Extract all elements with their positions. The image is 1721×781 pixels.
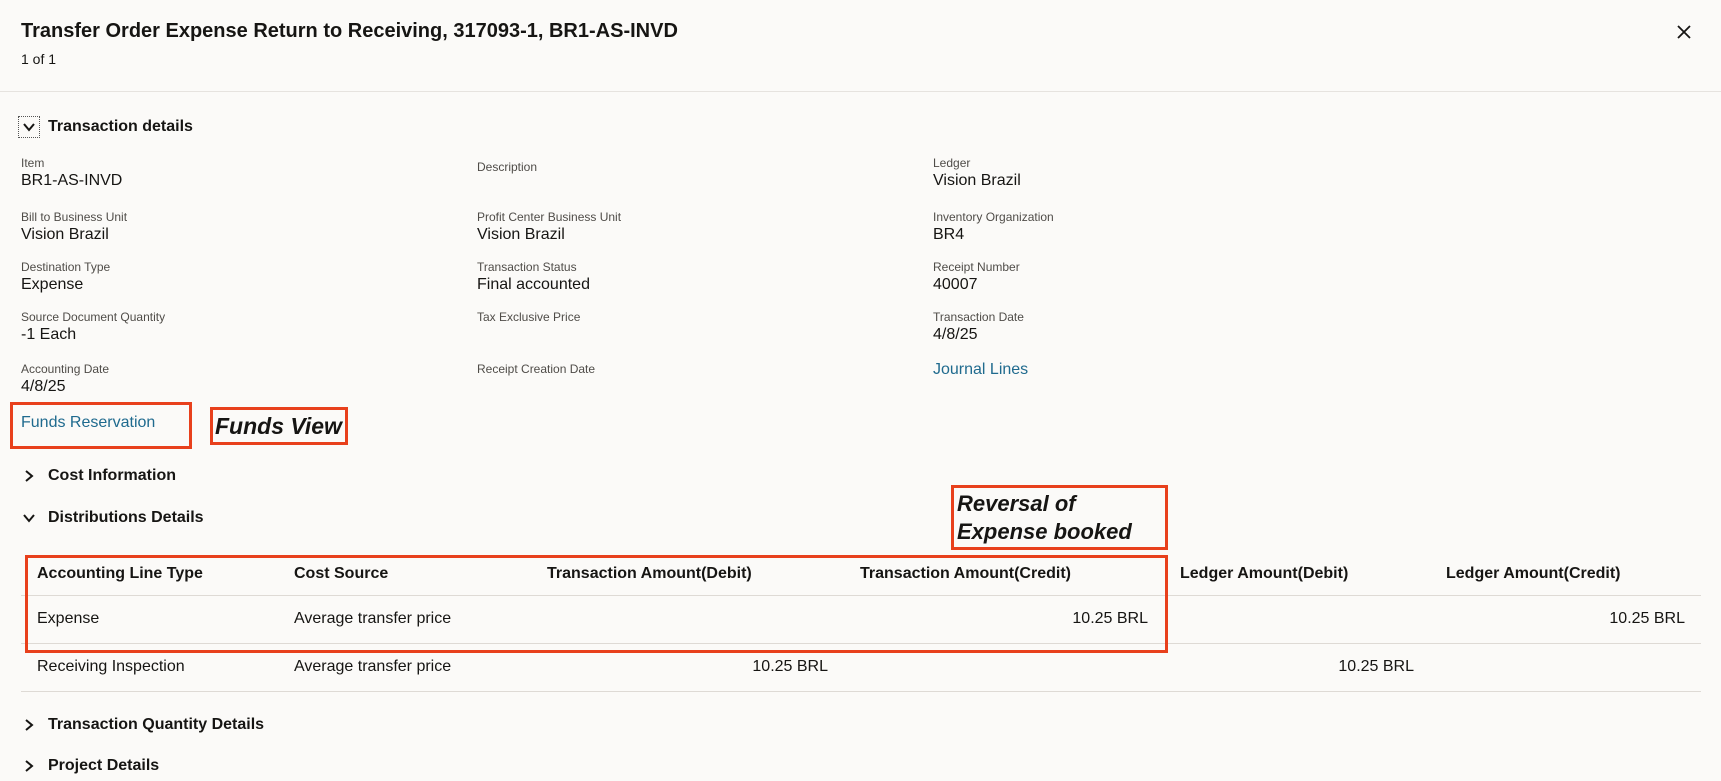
section-transaction-details[interactable]: Transaction details [18, 116, 193, 138]
column-header[interactable]: Cost Source [278, 553, 531, 596]
table-cell: Average transfer price [278, 595, 531, 644]
annotation-reversal-line1: Reversal of [957, 491, 1076, 516]
section-label: Distributions Details [48, 509, 204, 526]
field-label: Bill to Business Unit [21, 210, 128, 224]
journal-lines-link[interactable]: Journal Lines [933, 361, 1028, 379]
section-cost-information[interactable]: Cost Information [18, 465, 176, 487]
field-label: Accounting Date [21, 362, 110, 376]
field-destination-type: Destination Type Expense [21, 260, 110, 295]
field-value: 40007 [933, 276, 978, 293]
page-title: Transfer Order Expense Return to Receivi… [21, 20, 678, 42]
field-ledger: Ledger Vision Brazil [933, 156, 1021, 191]
table-cell: 10.25 BRL [531, 643, 844, 692]
section-project-details[interactable]: Project Details [18, 755, 159, 777]
chevron-down-icon [18, 507, 40, 529]
table-cell [844, 643, 1164, 692]
field-label: Receipt Number [933, 260, 1020, 274]
field-label: Profit Center Business Unit [477, 210, 622, 224]
field-receipt-number: Receipt Number 40007 [933, 260, 1020, 295]
field-label: Item [21, 156, 45, 170]
column-header[interactable]: Ledger Amount(Debit) [1164, 553, 1430, 596]
field-label: Receipt Creation Date [477, 362, 596, 376]
field-label: Tax Exclusive Price [477, 310, 581, 324]
chevron-right-icon [18, 755, 40, 777]
column-header[interactable]: Transaction Amount(Credit) [844, 553, 1164, 596]
field-description: Description [477, 160, 537, 175]
table-cell [531, 595, 844, 644]
field-value: Vision Brazil [477, 226, 565, 243]
field-profit-center-business-unit: Profit Center Business Unit Vision Brazi… [477, 210, 621, 245]
chevron-right-icon [18, 714, 40, 736]
field-transaction-status: Transaction Status Final accounted [477, 260, 590, 295]
field-item: Item BR1-AS-INVD [21, 156, 122, 191]
table-row[interactable]: Expense Average transfer price 10.25 BRL… [21, 595, 1701, 644]
field-bill-to-business-unit: Bill to Business Unit Vision Brazil [21, 210, 127, 245]
chevron-right-icon [18, 465, 40, 487]
field-accounting-date: Accounting Date 4/8/25 [21, 362, 109, 397]
field-value: Final accounted [477, 276, 590, 293]
field-value: -1 Each [21, 326, 77, 343]
table-row[interactable]: Receiving Inspection Average transfer pr… [21, 643, 1701, 692]
field-receipt-creation-date: Receipt Creation Date [477, 362, 595, 377]
field-label: Description [477, 160, 538, 174]
field-label: Transaction Date [933, 310, 1024, 324]
table-header-row: Accounting Line Type Cost Source Transac… [21, 553, 1701, 596]
table-cell: Receiving Inspection [21, 643, 278, 692]
close-button[interactable] [1672, 20, 1696, 44]
section-label: Cost Information [48, 467, 176, 484]
field-tax-exclusive-price: Tax Exclusive Price [477, 310, 580, 325]
column-header[interactable]: Accounting Line Type [21, 553, 278, 596]
field-label: Inventory Organization [933, 210, 1054, 224]
distributions-table: Accounting Line Type Cost Source Transac… [21, 553, 1701, 692]
table-cell: Expense [21, 595, 278, 644]
section-label: Transaction Quantity Details [48, 716, 265, 733]
table-cell: 10.25 BRL [844, 595, 1164, 644]
field-inventory-organization: Inventory Organization BR4 [933, 210, 1054, 245]
field-label: Ledger [933, 156, 971, 170]
annotation-reversal-line2: Expense booked [957, 519, 1132, 544]
field-value: Vision Brazil [933, 172, 1021, 189]
field-transaction-date: Transaction Date 4/8/25 [933, 310, 1024, 345]
field-label: Transaction Status [477, 260, 577, 274]
chevron-down-icon [18, 116, 40, 138]
field-value: 4/8/25 [933, 326, 978, 343]
table-cell: Average transfer price [278, 643, 531, 692]
section-distributions-details[interactable]: Distributions Details [18, 507, 204, 529]
field-value: BR4 [933, 226, 965, 243]
section-label: Project Details [48, 757, 160, 774]
field-label: Source Document Quantity [21, 310, 166, 324]
column-header[interactable]: Ledger Amount(Credit) [1430, 553, 1701, 596]
section-transaction-quantity-details[interactable]: Transaction Quantity Details [18, 714, 264, 736]
table-cell: 10.25 BRL [1430, 595, 1701, 644]
column-header[interactable]: Transaction Amount(Debit) [531, 553, 844, 596]
annotation-funds-view: Funds View [215, 413, 342, 439]
field-value: Expense [21, 276, 84, 293]
table-cell [1430, 643, 1701, 692]
field-value: BR1-AS-INVD [21, 172, 123, 189]
field-value: 4/8/25 [21, 378, 66, 395]
field-source-document-quantity: Source Document Quantity -1 Each [21, 310, 165, 345]
dialog-header: Transfer Order Expense Return to Receivi… [0, 0, 1721, 92]
section-label: Transaction details [48, 118, 193, 135]
funds-reservation-link[interactable]: Funds Reservation [21, 414, 155, 432]
table-cell [1164, 595, 1430, 644]
field-value: Vision Brazil [21, 226, 109, 243]
close-icon [1677, 25, 1691, 39]
field-label: Destination Type [21, 260, 111, 274]
table-cell: 10.25 BRL [1164, 643, 1430, 692]
record-counter: 1 of 1 [21, 51, 57, 67]
